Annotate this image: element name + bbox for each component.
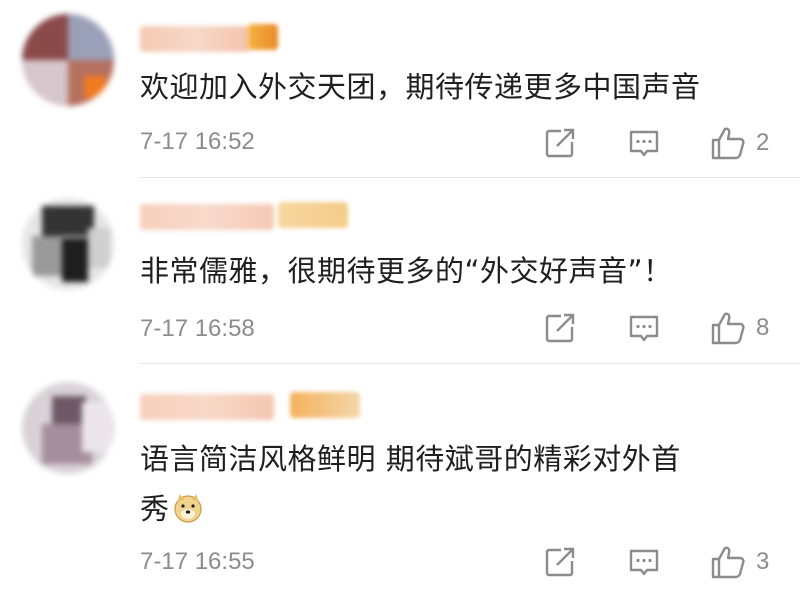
like-count: 2: [756, 129, 770, 156]
username[interactable]: [140, 394, 274, 420]
comment-text: 非常儒雅，很期待更多的“外交好声音”！: [140, 254, 673, 288]
comment-text-line2: 秀: [140, 484, 790, 534]
comment-icon: [627, 545, 661, 579]
thumbs-up-icon: [710, 125, 746, 161]
comment-button[interactable]: [627, 308, 661, 348]
share-icon: [543, 311, 577, 345]
comment-button[interactable]: [627, 123, 661, 163]
like-count: 3: [756, 548, 770, 575]
thumbs-up-icon: [710, 544, 746, 580]
avatar[interactable]: [22, 198, 114, 290]
avatar[interactable]: [22, 14, 114, 106]
user-badge: [278, 202, 348, 228]
username[interactable]: [140, 204, 274, 230]
comment-item: 语言简洁风格鲜明 期待斌哥的精彩对外首 秀 7-17 16:55 3: [0, 364, 800, 596]
like-button[interactable]: 2: [710, 123, 769, 163]
comment-button[interactable]: [627, 542, 661, 582]
comment-icon: [627, 126, 661, 160]
like-button[interactable]: 3: [710, 542, 769, 582]
share-icon: [543, 126, 577, 160]
comment-time: 7-17 16:52: [140, 128, 255, 155]
user-badge: [290, 392, 360, 418]
comment-text: 欢迎加入外交天团，期待传递更多中国声音: [140, 70, 701, 104]
share-button[interactable]: [543, 123, 577, 163]
comment-item: 非常儒雅，很期待更多的“外交好声音”！ 7-17 16:58 8: [0, 178, 800, 364]
share-button[interactable]: [543, 542, 577, 582]
avatar[interactable]: [22, 382, 114, 474]
thumbs-up-icon: [710, 310, 746, 346]
share-button[interactable]: [543, 308, 577, 348]
user-badge: [248, 24, 278, 50]
comment-text: 语言简洁风格鲜明 期待斌哥的精彩对外首: [140, 442, 681, 476]
share-icon: [543, 545, 577, 579]
doge-emoji: [172, 489, 204, 523]
like-button[interactable]: 8: [710, 308, 769, 348]
comment-item: 欢迎加入外交天团，期待传递更多中国声音 7-17 16:52 2: [0, 0, 800, 178]
comment-time: 7-17 16:58: [140, 315, 255, 342]
comment-time: 7-17 16:55: [140, 548, 255, 575]
username[interactable]: [140, 26, 250, 52]
comment-text-continued: 秀: [140, 492, 170, 526]
comment-icon: [627, 311, 661, 345]
like-count: 8: [756, 314, 770, 341]
